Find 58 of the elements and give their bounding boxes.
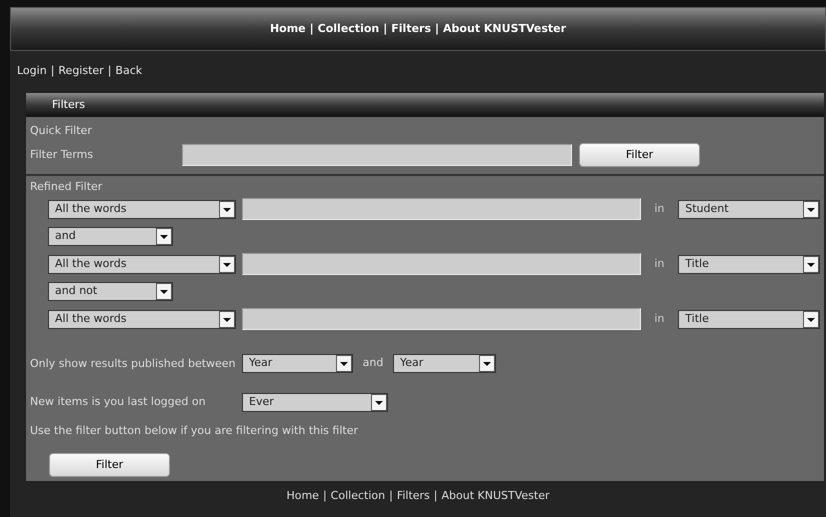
in-label: in [653,200,666,217]
separator: | [434,488,438,504]
dropdown[interactable]: All the words [48,310,236,328]
separator: | [310,20,314,37]
dropdown[interactable]: and [48,227,173,246]
separator: | [50,62,54,79]
caret-icon [219,310,236,328]
hint-text: Use the filter button below if you are filtering with this filter [30,423,359,439]
text-field[interactable] [242,198,641,220]
caret-icon [371,394,387,411]
dropdown[interactable]: All the words [48,200,236,218]
nav-link[interactable]: Filters [391,20,432,38]
filter-button[interactable]: Filter [49,452,170,477]
nav-link[interactable]: About KNUSTVester [442,488,550,504]
separator: | [435,20,440,37]
caret-icon [479,355,495,372]
filter-button[interactable]: Filter [579,143,700,167]
field-label: Only show results published between [30,357,237,370]
caret-icon [219,200,236,218]
separator: | [383,20,388,37]
section-heading: Refined Filter [30,179,104,195]
nav-link[interactable]: Home [270,20,306,38]
separator: | [108,62,112,79]
nav-link[interactable]: Collection [330,488,386,504]
dropdown[interactable]: Year [242,354,353,373]
nav-link[interactable]: About KNUSTVester [443,20,566,38]
nav-link[interactable]: Filters [396,488,430,504]
separator: | [389,488,393,504]
field-label: New items is you last logged on [30,394,207,410]
nav-link[interactable]: Login [17,62,47,80]
nav-link[interactable]: Back [115,62,142,80]
nav-link[interactable]: Home [286,488,319,504]
separator: | [322,488,327,504]
in-label: in [653,310,666,327]
dropdown[interactable]: Ever [242,393,388,412]
text-field[interactable] [242,308,641,330]
caret-icon [803,310,819,328]
text-field[interactable] [242,253,641,275]
nav-link[interactable]: Collection [318,20,380,38]
dropdown[interactable]: All the words [48,254,236,274]
text-field[interactable] [182,144,572,166]
dropdown[interactable]: and not [48,282,173,301]
caret-icon [156,283,172,300]
nav-link[interactable]: Register [58,62,104,80]
caret-icon [219,256,236,272]
dropdown[interactable]: Year [393,354,496,373]
caret-icon [336,355,352,372]
panel-title: Filters [52,96,85,113]
caret-icon [156,228,172,245]
in-label: in [653,256,666,272]
section-heading: Quick Filter [30,123,93,139]
dropdown[interactable]: Student [678,200,820,218]
caret-icon [803,256,819,272]
caret-icon [803,200,819,218]
joiner-label: and [362,355,384,372]
field-label: Filter Terms [30,146,94,163]
dropdown[interactable]: Title [678,254,820,274]
dropdown[interactable]: Title [678,310,820,328]
